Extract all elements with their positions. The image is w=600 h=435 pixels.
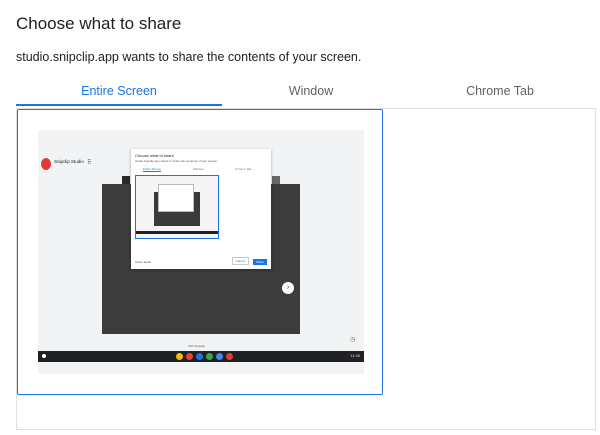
thumbnail-share-button: Share	[252, 259, 267, 265]
thumbnail-tab: Entire Screen	[143, 167, 162, 172]
app-name: Snipclip Studio	[54, 159, 84, 164]
dialog-subtitle: studio.snipclip.app wants to share the c…	[16, 50, 362, 64]
chrome-icon	[186, 353, 193, 360]
app-icon	[206, 353, 213, 360]
chevron-right-icon: ›	[282, 282, 294, 294]
thumbnail-share-dialog: Choose what to share studio.snipclip.app…	[131, 149, 271, 269]
source-list: Snipclip Studio ⠿ Choose what to share s…	[16, 108, 596, 430]
app-icon	[176, 353, 183, 360]
thumbnail-screen-option	[135, 175, 219, 239]
app-icon	[196, 353, 203, 360]
share-dialog: Choose what to share studio.snipclip.app…	[0, 0, 600, 435]
thumbnail-inner-shelf	[136, 231, 218, 234]
thumbnail-shelf: 11:46	[38, 351, 364, 362]
thumbnail-dialog-title: Choose what to share	[135, 153, 174, 158]
thumbnail-tab: Window	[193, 167, 204, 171]
settings-icon: ◷	[350, 337, 356, 343]
dialog-title: Choose what to share	[16, 14, 182, 33]
screen-thumbnail: Snipclip Studio ⠿ Choose what to share s…	[38, 130, 364, 374]
thumbnail-inner-box	[158, 184, 194, 212]
thumbnail-dialog-subtitle: studio.snipclip.app wants to share the c…	[135, 159, 218, 163]
entire-screen-option[interactable]: Snipclip Studio ⠿ Choose what to share s…	[17, 109, 383, 395]
snipclip-icon	[226, 353, 233, 360]
app-icon	[216, 353, 223, 360]
tab-chrome-tab[interactable]: Chrome Tab	[400, 78, 600, 108]
thumbnail-cancel-button: Cancel	[231, 257, 249, 265]
grid-icon: ⠿	[87, 160, 92, 166]
thumbnail-share-audio: Share audio	[135, 260, 152, 264]
tab-entire-screen[interactable]: Entire Screen	[16, 78, 222, 108]
thumbnail-visit-text: Visit Snipclip	[188, 344, 205, 348]
snipclip-logo-icon	[41, 158, 51, 170]
source-tabs: Entire Screen Window Chrome Tab	[16, 78, 600, 108]
tab-window[interactable]: Window	[222, 78, 400, 108]
thumbnail-tab: Chrome Tab	[235, 167, 252, 171]
launcher-icon	[42, 354, 46, 358]
shelf-clock: 11:46	[350, 353, 360, 358]
